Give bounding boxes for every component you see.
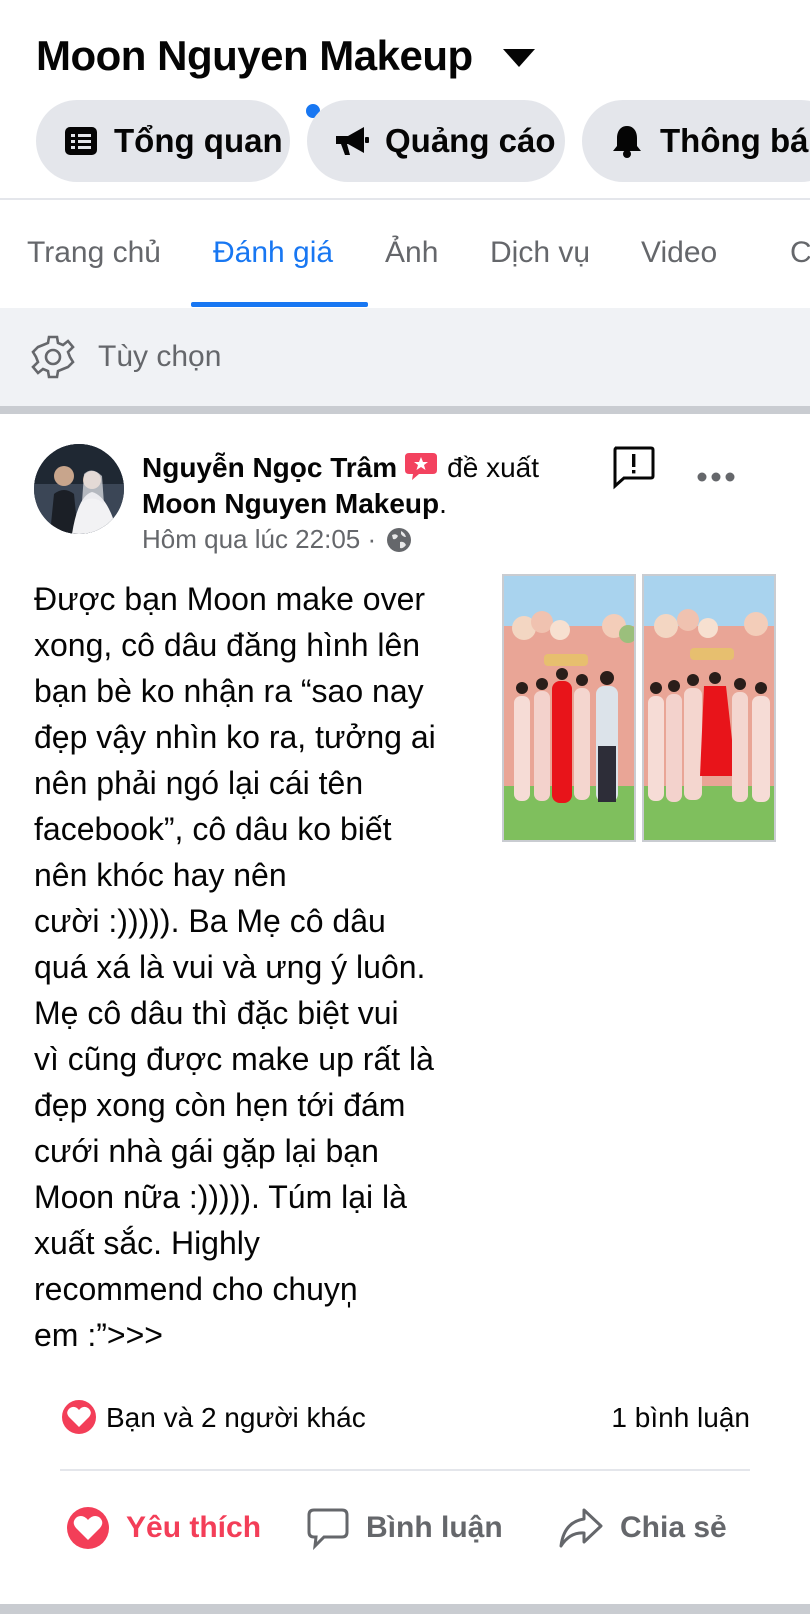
notifications-pill-button[interactable]: Thông bá xyxy=(582,100,810,182)
recommended-page-name[interactable]: Moon Nguyen Makeup xyxy=(142,488,439,519)
post-body-line: cưới nhà gái gặp lại bạn xyxy=(34,1133,379,1169)
overview-pill-button[interactable]: Tổng quan xyxy=(36,100,290,182)
page-header: Moon Nguyen Makeup Tổng quan Quảng cáo T… xyxy=(0,0,810,200)
comment-icon xyxy=(307,1508,349,1550)
post-body-line: Moon nữa :))))). Túm lại là xyxy=(34,1179,407,1215)
recommend-verb: đề xuất xyxy=(447,452,540,483)
page-title: Moon Nguyen Makeup xyxy=(36,32,473,79)
tab-reviews[interactable]: Đánh giá xyxy=(213,236,333,270)
post-body-line: nên phải ngó lại cái tên xyxy=(34,765,364,801)
bell-icon xyxy=(608,122,646,160)
tab-videos[interactable]: Video xyxy=(641,236,717,270)
post-body-line: đẹp vậy nhìn ko ra, tưởng ai xyxy=(34,719,436,755)
author-name[interactable]: Nguyễn Ngọc Trâm xyxy=(142,452,397,483)
post-body-line: em :”>>> xyxy=(34,1317,163,1353)
post-photo[interactable] xyxy=(642,574,776,842)
post-body-line: bạn bè ko nhận ra “sao nay xyxy=(34,673,424,709)
post-photo[interactable] xyxy=(502,574,636,842)
avatar[interactable] xyxy=(34,444,124,534)
comment-count[interactable]: 1 bình luận xyxy=(611,1402,750,1434)
love-button-label: Yêu thích xyxy=(126,1511,262,1544)
share-button[interactable]: Chia sẻ xyxy=(558,1506,727,1550)
post-meta: Hôm qua lúc 22:05 · xyxy=(142,524,412,555)
post-body-line: recommend cho chuyn̩ xyxy=(34,1271,358,1307)
post-body-line: vì cũng được make up rất là xyxy=(34,1041,434,1077)
page-switcher[interactable]: Moon Nguyen Makeup xyxy=(36,32,535,80)
tab-services[interactable]: Dịch vụ xyxy=(490,236,590,270)
notifications-pill-label: Thông bá xyxy=(660,122,809,159)
love-reaction-icon xyxy=(60,1398,98,1436)
section-divider xyxy=(0,406,810,414)
bottom-separator xyxy=(0,1604,810,1614)
tab-home[interactable]: Trang chủ xyxy=(27,236,161,270)
love-button[interactable]: Yêu thích xyxy=(66,1506,261,1550)
post-body-line: đẹp xong còn hẹn tới đám xyxy=(34,1087,406,1123)
share-icon xyxy=(559,1508,603,1548)
post-body-line: Mẹ cô dâu thì đặc biệt vui xyxy=(34,995,399,1031)
comment-button-label: Bình luận xyxy=(366,1511,503,1544)
post-body-line: nên khóc hay nên xyxy=(34,857,287,893)
reaction-summary[interactable]: Bạn và 2 người khác 1 bình luận xyxy=(60,1394,750,1444)
post-body-line: Được bạn Moon make over xyxy=(34,581,426,617)
gear-icon xyxy=(31,335,75,379)
dashboard-icon xyxy=(62,122,100,160)
active-tab-indicator xyxy=(191,302,368,307)
options-label: Tùy chọn xyxy=(98,340,222,373)
post-header-text: Nguyễn Ngọc Trâm đề xuất Moon Nguyen Mak… xyxy=(142,450,612,522)
actions-divider xyxy=(60,1469,750,1471)
heart-icon xyxy=(67,1507,109,1549)
options-bar[interactable]: Tùy chọn xyxy=(0,308,810,406)
post-actions: Yêu thích Bình luận Chia sẻ xyxy=(0,1486,810,1586)
post-body-line: xuất sắc. Highly xyxy=(34,1225,260,1261)
overview-pill-label: Tổng quan xyxy=(114,122,283,159)
megaphone-icon xyxy=(333,122,371,160)
admin-pill-bar: Tổng quan Quảng cáo Thông bá xyxy=(36,100,810,182)
globe-icon xyxy=(387,527,412,552)
ads-pill-button[interactable]: Quảng cáo xyxy=(307,100,565,182)
ads-pill-label: Quảng cáo xyxy=(385,122,556,159)
post-body-line: xong, cô dâu đăng hình lên xyxy=(34,627,421,663)
review-post: Nguyễn Ngọc Trâm đề xuất Moon Nguyen Mak… xyxy=(0,414,810,1614)
recommend-badge-icon xyxy=(405,453,438,480)
post-timestamp[interactable]: Hôm qua lúc 22:05 · xyxy=(142,524,376,555)
comment-button[interactable]: Bình luận xyxy=(306,1506,503,1550)
tab-photos[interactable]: Ảnh xyxy=(385,236,438,270)
post-body-line: quá xá là vui và ưng ý luôn. xyxy=(34,949,426,985)
tab-more[interactable]: C xyxy=(790,236,810,270)
page-suffix: . xyxy=(439,488,447,519)
caret-down-icon[interactable] xyxy=(502,49,535,67)
reactions-text: Bạn và 2 người khác xyxy=(106,1402,366,1433)
page-tabs: Trang chủ Đánh giá Ảnh Dịch vụ Video C xyxy=(0,202,810,308)
share-button-label: Chia sẻ xyxy=(620,1511,727,1544)
post-body-line: cười :))))). Ba Mẹ cô dâu xyxy=(34,903,386,939)
post-body: Được bạn Moon make over xong, cô dâu đăn… xyxy=(34,576,486,1358)
more-options-icon[interactable] xyxy=(696,470,736,484)
post-body-line: facebook”, cô dâu ko biết xyxy=(34,811,392,847)
report-icon[interactable] xyxy=(610,444,656,490)
